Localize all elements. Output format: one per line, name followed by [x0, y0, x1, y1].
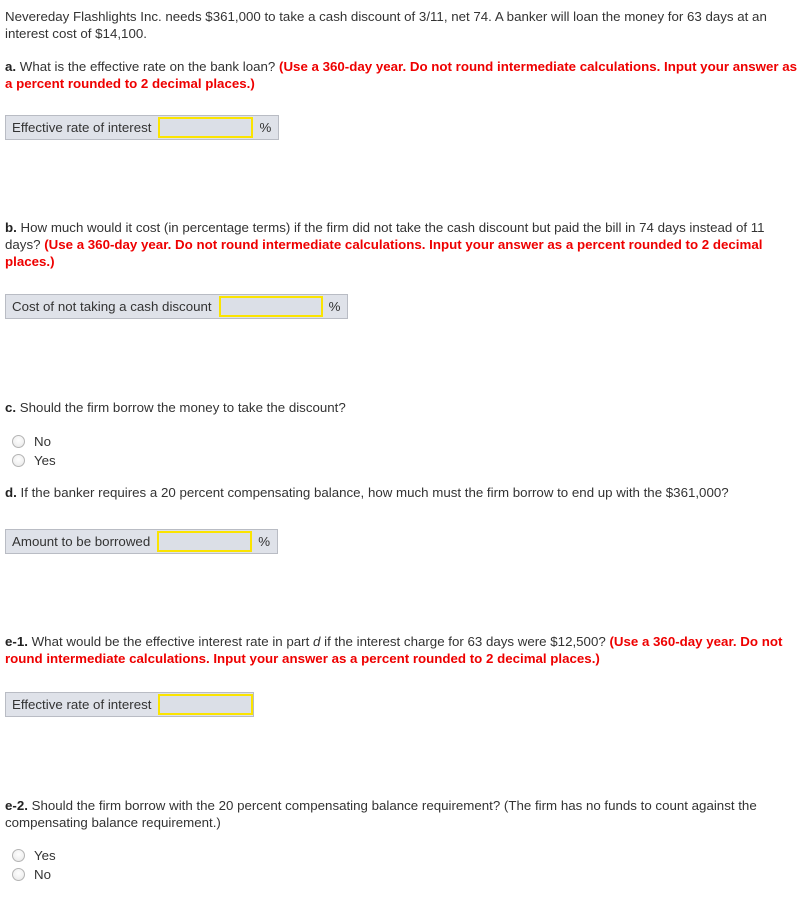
part-a-question-text: What is the effective rate on the bank l… — [19, 59, 276, 74]
part-c-question-text: Should the firm borrow the money to take… — [19, 400, 346, 415]
intro-text: Nevereday Flashlights Inc. needs $361,00… — [5, 9, 767, 41]
part-a-label: a. — [5, 59, 17, 74]
part-c-radio-no[interactable] — [12, 435, 25, 448]
part-d-question: d. If the banker requires a 20 percent c… — [5, 484, 803, 501]
part-b-answer-box: Cost of not taking a cash discount % — [5, 294, 349, 319]
part-e1-label: e-1. — [5, 634, 28, 649]
part-c-option-yes-label: Yes — [34, 453, 56, 468]
part-e2-radio-yes[interactable] — [12, 849, 25, 862]
part-a-answer-label: Effective rate of interest — [12, 119, 152, 135]
part-e1-answer-box: Effective rate of interest — [5, 692, 255, 717]
part-e1-answer-input[interactable] — [158, 694, 254, 715]
part-a-answer-input[interactable] — [158, 117, 254, 138]
part-d-percent-sign: % — [258, 533, 271, 549]
part-e1-question-text-2: if the interest charge for 63 days were … — [324, 634, 606, 649]
part-b-instruction: (Use a 360-day year. Do not round interm… — [5, 237, 763, 269]
part-e1-answer-label: Effective rate of interest — [12, 696, 152, 712]
part-e2-option-no-label: No — [34, 867, 51, 882]
part-d-question-text: If the banker requires a 20 percent comp… — [20, 485, 729, 500]
part-e2-label: e-2. — [5, 798, 28, 813]
part-c-option-no-label: No — [34, 434, 51, 449]
part-c-radio-yes[interactable] — [12, 454, 25, 467]
part-c-option-yes[interactable]: Yes — [12, 451, 56, 470]
part-d-answer-input[interactable] — [157, 531, 253, 552]
part-d-answer-label: Amount to be borrowed — [12, 533, 151, 549]
part-c-question: c. Should the firm borrow the money to t… — [5, 399, 803, 416]
part-b-percent-sign: % — [328, 298, 341, 314]
part-b-label: b. — [5, 220, 17, 235]
part-d-label: d. — [5, 485, 17, 500]
part-a-percent-sign: % — [259, 119, 272, 135]
part-e1-question: e-1. What would be the effective interes… — [5, 633, 803, 667]
part-e1-question-italic: d — [313, 634, 321, 649]
part-a-question: a. What is the effective rate on the ban… — [5, 58, 803, 92]
part-e2-question: e-2. Should the firm borrow with the 20 … — [5, 797, 803, 831]
question-page: Nevereday Flashlights Inc. needs $361,00… — [0, 0, 810, 905]
part-c-option-no[interactable]: No — [12, 432, 56, 451]
part-b-answer-label: Cost of not taking a cash discount — [12, 298, 212, 314]
part-d-answer-box: Amount to be borrowed % — [5, 529, 279, 554]
part-c-label: c. — [5, 400, 17, 415]
part-a-answer-box: Effective rate of interest % — [5, 115, 280, 140]
part-e2-question-text: Should the firm borrow with the 20 perce… — [5, 798, 757, 830]
part-e1-question-text-1: What would be the effective interest rat… — [31, 634, 310, 649]
part-c-radio-group: No Yes — [12, 432, 56, 470]
part-e2-radio-no[interactable] — [12, 868, 25, 881]
intro-paragraph: Nevereday Flashlights Inc. needs $361,00… — [5, 8, 803, 42]
part-e2-option-yes-label: Yes — [34, 848, 56, 863]
part-b-answer-input[interactable] — [218, 296, 323, 317]
part-e2-radio-group: Yes No — [12, 846, 56, 884]
part-b-question: b. How much would it cost (in percentage… — [5, 219, 803, 270]
part-e2-option-no[interactable]: No — [12, 865, 56, 884]
part-e2-option-yes[interactable]: Yes — [12, 846, 56, 865]
